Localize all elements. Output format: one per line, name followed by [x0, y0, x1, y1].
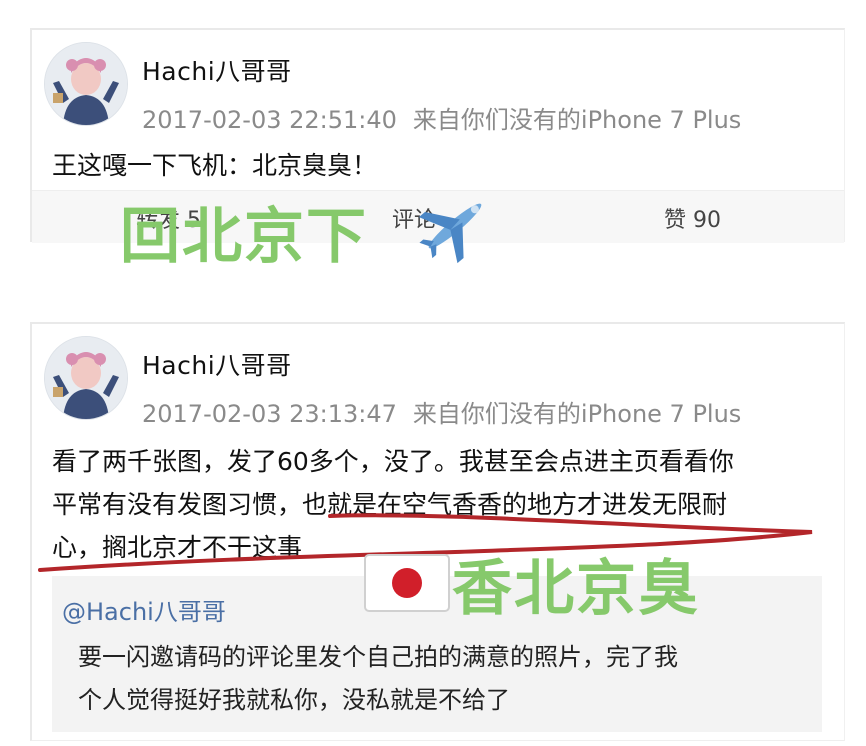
post-meta: 2017-02-03 23:13:47 来自你们没有的iPhone 7 Plus: [142, 394, 741, 429]
avatar-illustration-icon: [45, 43, 127, 125]
user-avatar[interactable]: [44, 42, 128, 126]
quoted-text: 要一闪邀请码的评论里发个自己拍的满意的照片，完了我 个人觉得挺好我就私你，没私就…: [78, 636, 808, 722]
japan-flag-icon: [364, 554, 450, 612]
username[interactable]: Hachi八哥哥: [142, 52, 292, 88]
overlay-caption-2: 香北京臭: [452, 554, 700, 624]
post-text: 看了两千张图，发了60多个，没了。我甚至会点进主页看看你 平常有没有发图习惯，也…: [52, 440, 832, 569]
username[interactable]: Hachi八哥哥: [142, 346, 292, 382]
post-timestamp: 2017-02-03 23:13:47: [142, 400, 397, 428]
mention-link[interactable]: @Hachi八哥哥: [62, 592, 226, 627]
overlay-caption-1: 回北京下: [120, 202, 368, 272]
post-text-line: 平常有没有发图习惯，也就是在空气香香的地方才进发无限耐: [52, 490, 728, 519]
user-avatar[interactable]: [44, 336, 128, 420]
quoted-text-line: 个人觉得挺好我就私你，没私就是不给了: [78, 686, 510, 714]
quoted-text-line: 要一闪邀请码的评论里发个自己拍的满意的照片，完了我: [78, 643, 678, 671]
avatar-illustration-icon: [45, 337, 127, 419]
post-source: 来自你们没有的iPhone 7 Plus: [412, 106, 742, 134]
weibo-post-2: Hachi八哥哥 2017-02-03 23:13:47 来自你们没有的iPhon…: [30, 322, 845, 741]
post-source: 来自你们没有的iPhone 7 Plus: [412, 400, 742, 428]
post-timestamp: 2017-02-03 22:51:40: [142, 106, 397, 134]
like-button[interactable]: 赞 90: [664, 202, 721, 234]
post-text-line: 看了两千张图，发了60多个，没了。我甚至会点进主页看看你: [52, 447, 734, 476]
airplane-icon: [418, 203, 482, 264]
post-text: 王这嘎一下飞机：北京臭臭！: [52, 151, 378, 180]
post-meta: 2017-02-03 22:51:40 来自你们没有的iPhone 7 Plus: [142, 100, 741, 135]
